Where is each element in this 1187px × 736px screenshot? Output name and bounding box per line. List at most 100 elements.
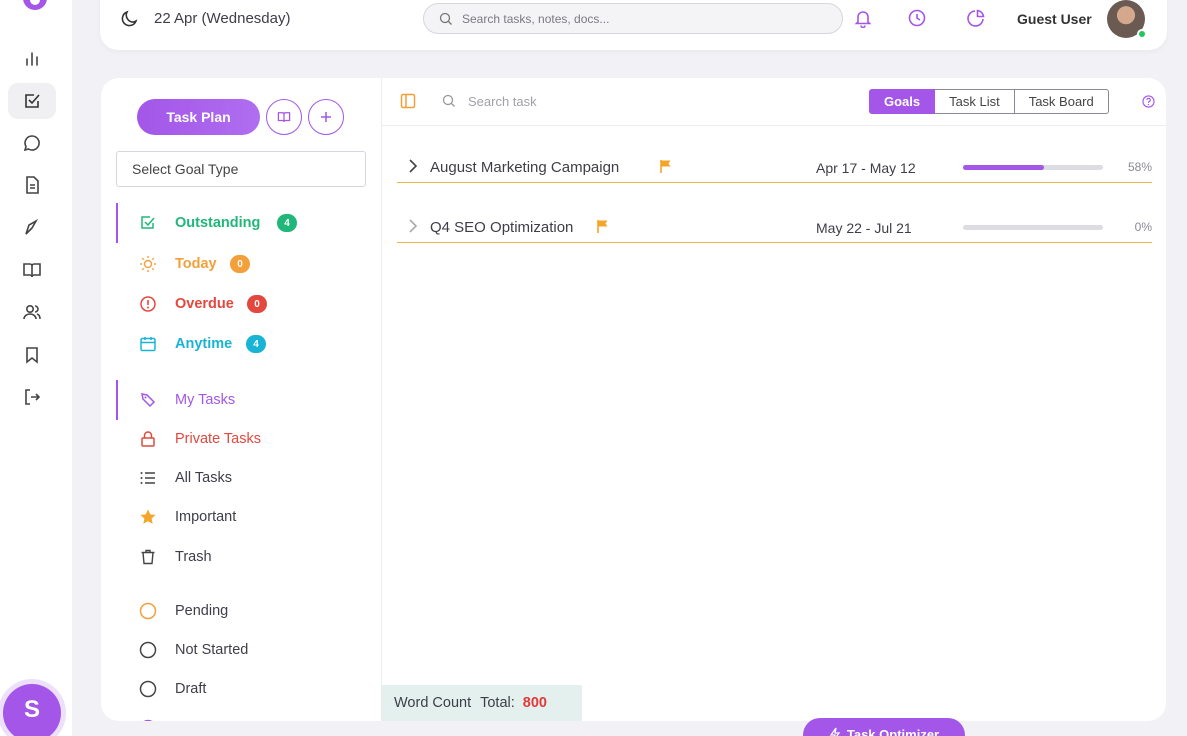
list-all-tasks-label: All Tasks	[175, 470, 232, 486]
task-optimizer-button[interactable]: Task Optimizer	[803, 718, 965, 736]
status-not-started-label: Not Started	[175, 642, 249, 658]
book-open-icon	[277, 110, 291, 124]
task-plan-button[interactable]: Task Plan	[137, 99, 260, 135]
today-count-badge: 0	[230, 255, 250, 273]
sidebar-toggle-icon[interactable]	[400, 93, 416, 109]
assistant-button-label: S	[23, 696, 40, 723]
goal-name: Q4 SEO Optimization	[430, 219, 574, 236]
assistant-button[interactable]: S	[3, 684, 61, 736]
global-search[interactable]	[423, 3, 843, 34]
goal-progress-track	[963, 165, 1103, 170]
status-pending-label: Pending	[175, 603, 229, 619]
pie-chart-icon[interactable]	[966, 8, 986, 28]
status-pending[interactable]: Pending	[116, 597, 356, 625]
task-icon[interactable]	[8, 83, 56, 119]
lock-icon	[139, 430, 157, 448]
filter-outstanding-label: Outstanding	[175, 215, 261, 231]
flag-icon[interactable]	[596, 219, 610, 234]
avatar[interactable]	[1107, 0, 1147, 39]
list-trash-label: Trash	[175, 549, 212, 565]
trash-icon	[139, 548, 157, 566]
filter-overdue-label: Overdue	[175, 296, 234, 312]
pen-icon[interactable]	[8, 210, 56, 246]
task-optimizer-label: Task Optimizer	[846, 727, 940, 736]
filter-outstanding[interactable]: Outstanding 4	[116, 203, 356, 243]
outstanding-count-badge: 4	[277, 214, 297, 232]
goal-progress-track	[963, 225, 1103, 230]
star-icon	[139, 508, 157, 526]
users-icon[interactable]	[8, 294, 56, 330]
status-draft-label: Draft	[175, 681, 207, 697]
user-name[interactable]: Guest User	[1017, 11, 1092, 27]
filter-today[interactable]: Today 0	[116, 250, 356, 278]
tab-task-list[interactable]: Task List	[935, 89, 1015, 114]
goal-dates: Apr 17 - May 12	[816, 160, 916, 176]
flag-icon[interactable]	[659, 159, 673, 174]
list-all-tasks[interactable]: All Tasks	[116, 464, 356, 492]
filter-overdue[interactable]: Overdue 0	[116, 290, 356, 318]
online-status-dot	[1137, 29, 1147, 39]
list-important-label: Important	[175, 509, 237, 525]
goal-type-select[interactable]: Select Goal Type	[116, 151, 366, 187]
app-logo-icon[interactable]	[19, 0, 51, 20]
task-card: Task Plan Select Goal Type Outstanding 4…	[101, 78, 1166, 721]
list-my-tasks-label: My Tasks	[175, 392, 236, 408]
sun-icon	[139, 255, 157, 273]
list-important[interactable]: Important	[116, 503, 356, 531]
search-icon	[439, 12, 453, 26]
chevron-right-icon[interactable]	[407, 218, 419, 234]
view-switcher: Goals Task List Task Board	[869, 89, 1109, 114]
goal-progress-fill	[963, 165, 1045, 170]
goal-row[interactable]: Q4 SEO Optimization May 22 - Jul 21 0%	[397, 213, 1152, 243]
top-header: 22 Apr (Wednesday) Guest User	[100, 0, 1167, 50]
chat-icon[interactable]	[8, 125, 56, 161]
goal-row[interactable]: August Marketing Campaign Apr 17 - May 1…	[397, 153, 1152, 183]
anytime-count-badge: 4	[246, 335, 266, 353]
add-button[interactable]	[308, 99, 344, 135]
current-date: 22 Apr (Wednesday)	[154, 10, 291, 27]
goal-name: August Marketing Campaign	[430, 159, 620, 176]
analytics-icon[interactable]	[8, 41, 56, 77]
status-not-started[interactable]: Not Started	[116, 636, 356, 664]
list-private-tasks-label: Private Tasks	[175, 431, 261, 447]
word-count-bar: Word Count Total: 800	[382, 685, 582, 721]
plus-icon	[320, 111, 332, 123]
book-icon[interactable]	[8, 252, 56, 288]
list-my-tasks[interactable]: My Tasks	[116, 380, 356, 420]
filter-today-label: Today	[175, 256, 217, 272]
bookmark-icon[interactable]	[8, 337, 56, 373]
goals-toolbar: Goals Task List Task Board	[382, 78, 1166, 126]
status-more[interactable]	[116, 714, 356, 721]
filter-anytime-label: Anytime	[175, 336, 233, 352]
help-icon[interactable]	[1142, 95, 1155, 108]
clock-icon[interactable]	[907, 8, 927, 28]
circle-icon	[139, 680, 157, 698]
tab-goals[interactable]: Goals	[869, 89, 936, 114]
moon-icon[interactable]	[119, 9, 139, 29]
chevron-right-icon[interactable]	[407, 158, 419, 174]
word-count-label: Word Count	[394, 695, 472, 711]
filter-anytime[interactable]: Anytime 4	[116, 330, 356, 358]
task-search-input[interactable]	[468, 91, 768, 111]
lightning-icon	[829, 727, 841, 736]
goal-dates: May 22 - Jul 21	[816, 220, 912, 236]
list-icon	[139, 469, 157, 487]
task-sidebar: Task Plan Select Goal Type Outstanding 4…	[101, 78, 382, 721]
goal-progress-label: 0%	[1134, 220, 1152, 234]
list-private-tasks[interactable]: Private Tasks	[116, 425, 356, 453]
calendar-icon	[139, 335, 157, 353]
bell-icon[interactable]	[853, 8, 873, 28]
document-icon[interactable]	[8, 167, 56, 203]
tab-task-board[interactable]: Task Board	[1014, 89, 1109, 114]
list-trash[interactable]: Trash	[116, 543, 356, 571]
goal-progress-label: 58%	[1127, 160, 1152, 174]
overdue-count-badge: 0	[247, 295, 267, 313]
global-search-input[interactable]	[462, 11, 822, 26]
tag-pen-icon	[139, 391, 157, 409]
logout-icon[interactable]	[8, 379, 56, 415]
check-square-icon	[139, 214, 157, 232]
status-draft[interactable]: Draft	[116, 675, 356, 703]
book-button[interactable]	[266, 99, 302, 135]
word-count-total-label: Total:	[480, 695, 515, 711]
left-rail: S	[0, 0, 72, 736]
